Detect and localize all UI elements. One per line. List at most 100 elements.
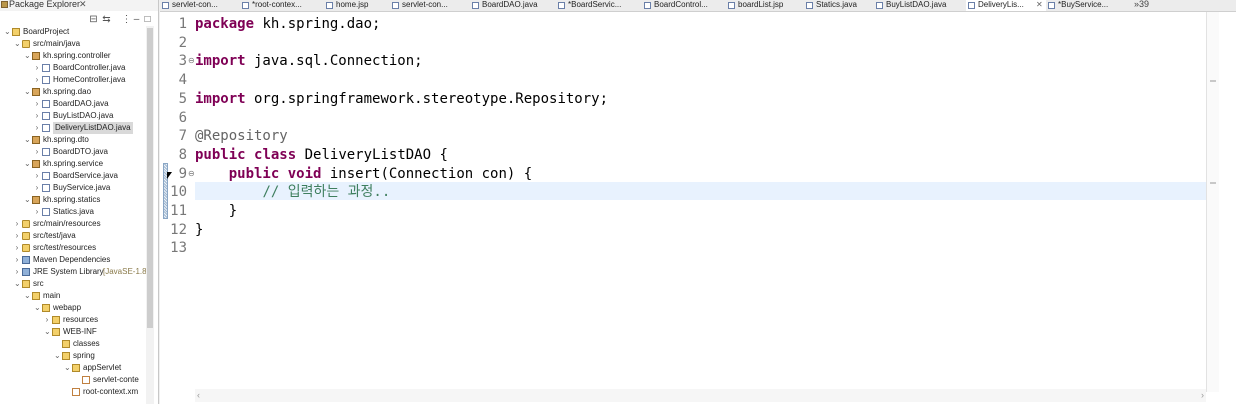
editor-tab[interactable]: home.jsp bbox=[324, 0, 390, 11]
overview-ruler[interactable] bbox=[1206, 12, 1219, 392]
chevron-down-icon[interactable]: ⌄ bbox=[24, 194, 31, 206]
editor-tab[interactable]: BuyListDAO.java bbox=[874, 0, 966, 11]
code-line[interactable]: public void insert(Connection con) { bbox=[195, 165, 532, 183]
code-line[interactable]: // 입력하는 과정.. bbox=[195, 183, 390, 201]
editor-tab[interactable]: *root-contex... bbox=[240, 0, 324, 11]
tree-item[interactable]: › src/main/resources bbox=[0, 218, 158, 230]
tree-item[interactable]: ⌄ kh.spring.dao bbox=[0, 86, 158, 98]
collapse-all-icon[interactable]: ⊟ bbox=[88, 14, 99, 25]
editor-tab[interactable]: boardList.jsp bbox=[726, 0, 804, 11]
chevron-right-icon[interactable]: › bbox=[14, 218, 20, 230]
tree-item[interactable]: › resources bbox=[0, 314, 158, 326]
tree-item[interactable]: ⌄ webapp bbox=[0, 302, 158, 314]
code-line[interactable]: } bbox=[195, 221, 203, 239]
tree-item[interactable]: › BoardService.java bbox=[0, 170, 158, 182]
tree-item[interactable]: ⌄ src/main/java bbox=[0, 38, 158, 50]
chevron-down-icon[interactable]: ⌄ bbox=[54, 350, 61, 362]
chevron-right-icon[interactable]: › bbox=[44, 314, 50, 326]
tree-item[interactable]: servlet-conte bbox=[0, 374, 158, 386]
chevron-down-icon[interactable]: ⌄ bbox=[24, 50, 31, 62]
tree-item[interactable]: › src/test/resources bbox=[0, 242, 158, 254]
code-line[interactable]: public class DeliveryListDAO { bbox=[195, 146, 448, 164]
chevron-right-icon[interactable]: › bbox=[34, 122, 40, 134]
tree-item[interactable]: ⌄ spring bbox=[0, 350, 158, 362]
editor-tab[interactable]: *BoardServic... bbox=[556, 0, 642, 11]
chevron-down-icon[interactable]: ⌄ bbox=[24, 134, 31, 146]
chevron-down-icon[interactable]: ⌄ bbox=[64, 362, 71, 374]
chevron-right-icon[interactable]: › bbox=[34, 110, 40, 122]
maximize-icon[interactable]: □ bbox=[142, 14, 153, 25]
folder-icon bbox=[52, 316, 60, 324]
ruler-mark[interactable] bbox=[1210, 182, 1216, 184]
chevron-right-icon[interactable]: › bbox=[34, 206, 40, 218]
chevron-right-icon[interactable]: › bbox=[34, 170, 40, 182]
link-with-editor-icon[interactable]: ⇆ bbox=[101, 14, 112, 25]
code-line[interactable]: @Repository bbox=[195, 127, 288, 145]
fold-toggle-icon[interactable]: ⊖ bbox=[188, 165, 195, 183]
chevron-right-icon[interactable]: › bbox=[34, 62, 40, 74]
editor-tab[interactable]: servlet-con... bbox=[160, 0, 240, 11]
chevron-down-icon[interactable]: ⌄ bbox=[14, 38, 21, 50]
chevron-right-icon[interactable]: › bbox=[14, 266, 20, 278]
chevron-right-icon[interactable]: › bbox=[14, 254, 20, 266]
scrollbar-thumb[interactable] bbox=[147, 28, 153, 328]
tree-item[interactable]: ⌄ kh.spring.service bbox=[0, 158, 158, 170]
tree-item[interactable]: ⌄ WEB-INF bbox=[0, 326, 158, 338]
tree-item[interactable]: › HomeController.java bbox=[0, 74, 158, 86]
tree-item[interactable]: ⌄ appServlet bbox=[0, 362, 158, 374]
tree-item[interactable]: ⌄ kh.spring.statics bbox=[0, 194, 158, 206]
tree-item[interactable]: ⌄ src bbox=[0, 278, 158, 290]
scroll-right-icon[interactable]: › bbox=[1201, 389, 1204, 402]
horizontal-scrollbar[interactable]: ‹ › bbox=[195, 389, 1206, 402]
tree-item[interactable]: ⌄ kh.spring.dto bbox=[0, 134, 158, 146]
code-line[interactable]: import org.springframework.stereotype.Re… bbox=[195, 90, 608, 108]
scroll-left-icon[interactable]: ‹ bbox=[197, 389, 200, 402]
tree-item[interactable]: › BuyService.java bbox=[0, 182, 158, 194]
chevron-right-icon[interactable]: › bbox=[34, 182, 40, 194]
tree-item[interactable]: › BoardDAO.java bbox=[0, 98, 158, 110]
explorer-scrollbar[interactable] bbox=[146, 26, 154, 404]
tree-item[interactable]: › BoardController.java bbox=[0, 62, 158, 74]
tree-item[interactable]: › BoardDTO.java bbox=[0, 146, 158, 158]
tree-item[interactable]: ⌄ main bbox=[0, 290, 158, 302]
code-line[interactable]: package kh.spring.dao; bbox=[195, 15, 380, 33]
tree-item[interactable]: › DeliveryListDAO.java bbox=[0, 122, 158, 134]
editor-tab[interactable]: BoardControl... bbox=[642, 0, 726, 11]
tree-item[interactable]: › JRE System Library [JavaSE-1.8 bbox=[0, 266, 158, 278]
chevron-right-icon[interactable]: › bbox=[34, 74, 40, 86]
chevron-down-icon[interactable]: ⌄ bbox=[4, 26, 11, 38]
tree-item[interactable]: classes bbox=[0, 338, 158, 350]
chevron-down-icon[interactable]: ⌄ bbox=[24, 158, 31, 170]
minimize-icon[interactable]: – bbox=[131, 14, 142, 25]
chevron-down-icon[interactable]: ⌄ bbox=[44, 326, 51, 338]
editor-tab[interactable]: *BuyService... bbox=[1046, 0, 1130, 11]
code-line[interactable]: } bbox=[195, 202, 237, 220]
chevron-right-icon[interactable]: › bbox=[34, 98, 40, 110]
tree-item[interactable]: root-context.xm bbox=[0, 386, 158, 398]
close-icon[interactable]: ✕ bbox=[1036, 0, 1043, 10]
tree-item[interactable]: › BuyListDAO.java bbox=[0, 110, 158, 122]
editor-tab[interactable]: BoardDAO.java bbox=[470, 0, 556, 11]
tab-overflow-button[interactable]: »39 bbox=[1134, 0, 1149, 9]
chevron-down-icon[interactable]: ⌄ bbox=[34, 302, 41, 314]
code-line[interactable]: import java.sql.Connection; bbox=[195, 52, 423, 70]
chevron-right-icon[interactable]: › bbox=[34, 146, 40, 158]
fold-toggle-icon[interactable]: ⊖ bbox=[188, 52, 195, 70]
chevron-right-icon[interactable]: › bbox=[14, 242, 20, 254]
code-editor[interactable]: 1 package kh.spring.dao; 2 3 ⊖ import java.sq… bbox=[160, 12, 1236, 404]
editor-tab[interactable]: servlet-con... bbox=[390, 0, 470, 11]
chevron-down-icon[interactable]: ⌄ bbox=[24, 290, 31, 302]
editor-tab[interactable]: Statics.java bbox=[804, 0, 874, 11]
tree-item[interactable]: ⌄ kh.spring.controller bbox=[0, 50, 158, 62]
tree-item[interactable]: › Statics.java bbox=[0, 206, 158, 218]
chevron-down-icon[interactable]: ⌄ bbox=[24, 86, 31, 98]
package-explorer-tab[interactable]: Package Explorer ✕ bbox=[0, 0, 158, 11]
tree-item[interactable]: ⌄ BoardProject bbox=[0, 26, 158, 38]
ruler-mark[interactable] bbox=[1210, 80, 1216, 82]
tree-item[interactable]: › src/test/java bbox=[0, 230, 158, 242]
tree-item[interactable]: › Maven Dependencies bbox=[0, 254, 158, 266]
chevron-down-icon[interactable]: ⌄ bbox=[14, 278, 21, 290]
chevron-right-icon[interactable]: › bbox=[14, 230, 20, 242]
close-icon[interactable]: ✕ bbox=[79, 0, 87, 10]
editor-tab[interactable]: DeliveryLis... ✕ bbox=[966, 0, 1046, 11]
